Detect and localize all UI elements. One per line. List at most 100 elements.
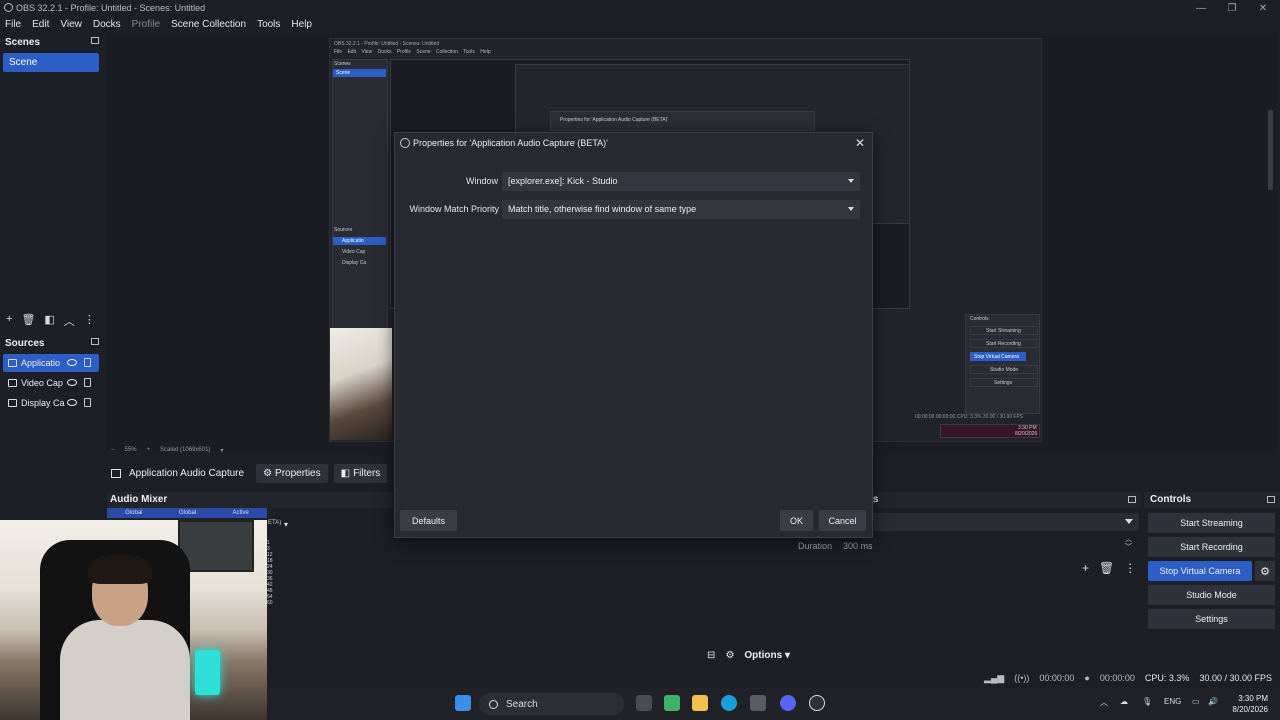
mixer-label: Global [125,510,143,516]
add-icon[interactable]: + [1082,561,1089,575]
menu-file[interactable]: File [5,19,21,30]
file-explorer-icon[interactable] [692,695,708,711]
chevron-up-icon[interactable]: ︿ [1100,697,1108,708]
scene-item-label: Scene [9,57,38,68]
window-select[interactable]: [explorer.exe]: Kick - Studio [502,172,860,191]
taskbar-clock[interactable]: 3:30 PM 8/20/2026 [1222,693,1268,715]
options-label: Options [744,649,783,661]
ok-button[interactable]: OK [780,510,813,531]
scenes-toolbar: + 🗑 ◧ ︿ ⋮ [6,313,95,329]
cloud-icon[interactable]: ☁ [1120,697,1128,706]
more-icon[interactable]: ⋮ [84,313,95,329]
properties-label: Properties [275,468,321,479]
volume-icon[interactable]: 🔊 [1208,697,1218,706]
nested-c4: Studio Mode [990,367,1019,373]
eye-icon[interactable] [67,359,77,366]
source-item-video[interactable]: Video Cap [3,374,99,392]
eye-icon[interactable] [67,399,77,406]
studio-mode-button[interactable]: Studio Mode [1148,585,1275,605]
discord-icon[interactable] [780,695,796,711]
menu-view[interactable]: View [60,19,82,30]
add-icon[interactable]: + [6,313,12,329]
menu-docks[interactable]: Docks [93,19,121,30]
edge-icon[interactable] [721,695,737,711]
obs-taskbar-icon[interactable] [809,695,825,711]
more-icon[interactable]: ⋮ [1124,561,1136,575]
nested-controls-label: Controls [970,316,989,322]
options-button[interactable]: Options ▾ [744,650,790,661]
settings-button[interactable]: Settings [1148,609,1275,629]
menu-help[interactable]: Help [291,19,312,30]
windows-start-icon[interactable] [455,695,471,711]
properties-button[interactable]: ⚙ Properties [256,464,328,483]
maximize-icon[interactable]: ❐ [1217,0,1247,16]
title-bar: OBS 32.2.1 - Profile: Untitled - Scenes:… [0,0,1280,16]
menu-profile[interactable]: Profile [132,19,160,30]
lock-icon[interactable] [84,378,91,387]
studio-mode-label: Studio Mode [1186,590,1237,600]
virtual-camera-settings-button[interactable]: ⚙ [1255,561,1275,581]
search-icon [489,699,498,709]
menu-scene-collection[interactable]: Scene Collection [171,19,246,30]
transition-toolbar: + 🗑 ⋮ [1082,561,1136,575]
start-streaming-button[interactable]: Start Streaming [1148,513,1275,533]
close-icon[interactable]: ✕ [1248,0,1278,16]
display-icon[interactable]: ▭ [1192,697,1200,706]
webcam-preview-small [330,328,392,440]
preview-scrollbar[interactable] [1268,110,1273,190]
zoom-in-icon[interactable]: + [147,447,151,453]
lock-icon[interactable] [84,398,91,407]
menu-bar: File Edit View Docks Profile Scene Colle… [0,16,1280,32]
nested-sources-label: Sources [334,227,353,233]
nested-menu: File Edit View Docks Profile Scene Colle… [334,49,491,55]
nested-scenes [332,59,388,329]
mic-icon[interactable]: 🎙 [1142,697,1152,706]
zoom-level: 55% [124,447,137,453]
lock-icon[interactable] [84,358,91,367]
trash-icon[interactable]: 🗑 [21,313,35,329]
m365-icon[interactable] [664,695,680,711]
windows-taskbar [267,688,1280,720]
duration-stepper-icon[interactable]: ︿ ﹀ [1125,536,1132,552]
zoom-out-icon[interactable]: − [111,447,115,453]
taskbar-search[interactable]: Search [479,693,624,715]
dialog-title-bar: Properties for 'Application Audio Captur… [395,133,872,153]
scenes-title: Scenes [5,36,41,48]
scene-list-item[interactable]: Scene [3,53,99,72]
scaled-resolution: Scaled (1069x601) [160,447,211,453]
undock-icon[interactable] [1267,496,1275,503]
duration-input[interactable]: 300 ms [843,541,873,551]
match-priority-select[interactable]: Match title, otherwise find window of sa… [502,200,860,219]
eye-icon[interactable] [67,379,77,386]
task-view-icon[interactable] [636,695,652,711]
obs-logo-icon [4,3,13,12]
undock-icon[interactable] [1128,496,1136,503]
defaults-button[interactable]: Defaults [400,510,457,531]
undock-icon[interactable] [91,338,99,345]
move-up-icon[interactable]: ︿ [64,313,75,329]
selected-source: Application Audio Capture [111,468,244,479]
cancel-button[interactable]: Cancel [819,510,866,531]
language-indicator[interactable]: ENG [1164,697,1181,706]
close-icon[interactable]: ✕ [853,136,867,150]
stop-virtual-camera-button[interactable]: Stop Virtual Camera [1148,561,1252,581]
source-item-application[interactable]: Applicatio [3,354,99,372]
dialog-title: Properties for 'Application Audio Captur… [413,138,608,148]
store-icon[interactable] [750,695,766,711]
filters-button[interactable]: ◧ Filters [333,464,388,483]
layout-icon[interactable]: ⊟ [707,650,715,661]
settings-icon[interactable]: ⚙ [725,650,734,661]
undock-icon[interactable] [91,37,99,44]
person-hair [88,554,152,584]
minimize-icon[interactable]: — [1186,0,1216,16]
filter-icon[interactable]: ◧ [44,313,54,329]
chevron-down-icon[interactable]: ▾ [220,447,223,454]
source-item-display[interactable]: Display Ca [3,394,99,412]
trash-icon[interactable]: 🗑 [1099,561,1114,575]
chevron-down-icon[interactable]: ▾ [284,520,288,529]
ok-label: OK [789,515,803,526]
menu-edit[interactable]: Edit [32,19,49,30]
menu-tools[interactable]: Tools [257,19,280,30]
start-recording-button[interactable]: Start Recording [1148,537,1275,557]
audio-mixer-title: Audio Mixer [110,494,168,505]
